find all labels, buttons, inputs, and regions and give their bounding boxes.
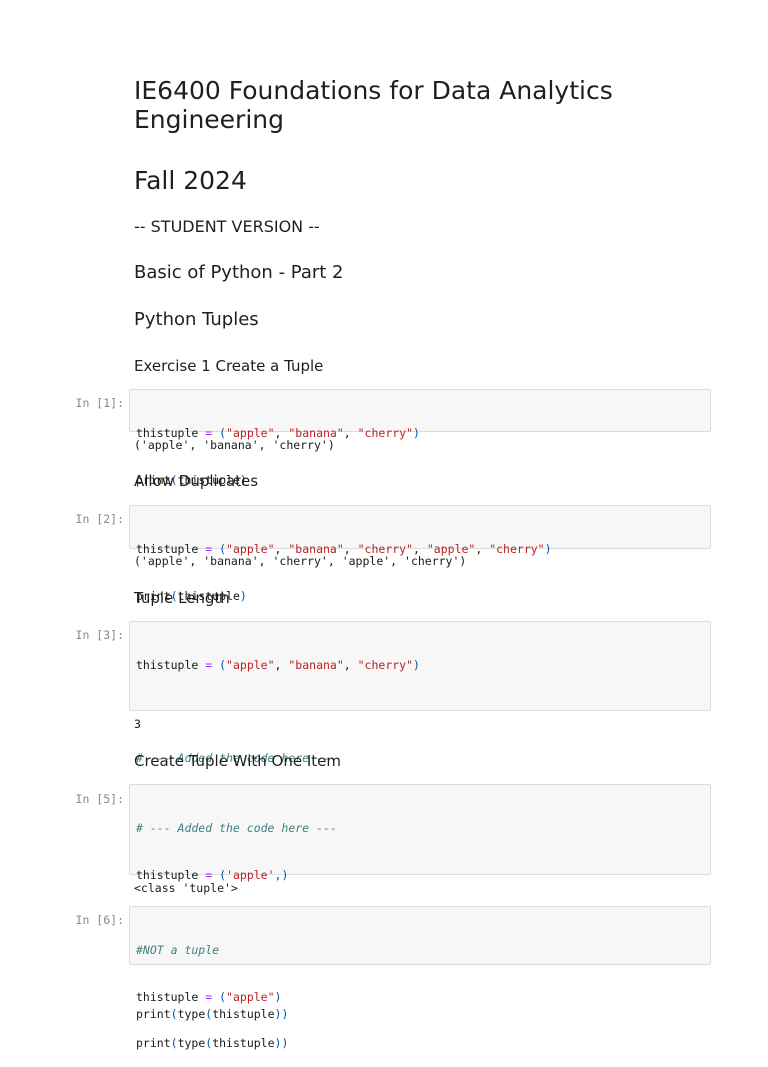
heading-one-item: Create Tuple With One Item (134, 752, 341, 770)
cell-output-1: ('apple', 'banana', 'cherry') (134, 438, 335, 452)
heading-allow-duplicates: Allow Duplicates (134, 472, 259, 490)
heading-tuple-length: Tuple Length (134, 589, 230, 607)
code-line: thistuple = ("apple", "banana", "cherry"… (136, 658, 420, 672)
code-cell-3[interactable]: thistuple = ("apple", "banana", "cherry"… (129, 621, 711, 858)
version-note: -- STUDENT VERSION -- (134, 217, 320, 236)
cell-output-3: 3 (134, 717, 141, 731)
cell-prompt: In [5]: (75, 792, 124, 806)
code-line: print(type(thistuple)) (136, 1036, 289, 1050)
code-cell-2[interactable]: thistuple = ("apple", "banana", "cherry"… (129, 505, 711, 603)
code-cell-6[interactable]: #NOT a tuple thistuple = ("apple") print… (129, 906, 711, 1050)
code-cell-5[interactable]: # --- Added the code here --- thistuple … (129, 784, 711, 1021)
heading-exercise-1: Exercise 1 Create a Tuple (134, 357, 324, 375)
notebook-title-line1: IE6400 Foundations for Data Analytics (134, 76, 613, 105)
section-title: Basic of Python - Part 2 (134, 262, 344, 283)
notebook-title: IE6400 Foundations for Data Analytics En… (134, 76, 613, 134)
code-comment: # --- Added the code here --- (136, 821, 337, 835)
term-heading: Fall 2024 (134, 166, 247, 195)
cell-prompt: In [2]: (75, 512, 124, 526)
cell-prompt: In [6]: (75, 913, 124, 927)
code-cell-1[interactable]: thistuple = ("apple", "banana", "cherry"… (129, 389, 711, 487)
cell-prompt: In [3]: (75, 628, 124, 642)
notebook-title-line2: Engineering (134, 105, 284, 134)
subsection-title: Python Tuples (134, 309, 259, 330)
cell-prompt: In [1]: (75, 396, 124, 410)
cell-output-5: <class 'tuple'> (134, 881, 238, 895)
cell-output-2: ('apple', 'banana', 'cherry', 'apple', '… (134, 554, 467, 568)
code-comment: #NOT a tuple (136, 943, 220, 957)
code-line: thistuple = ("apple") (136, 989, 282, 1004)
